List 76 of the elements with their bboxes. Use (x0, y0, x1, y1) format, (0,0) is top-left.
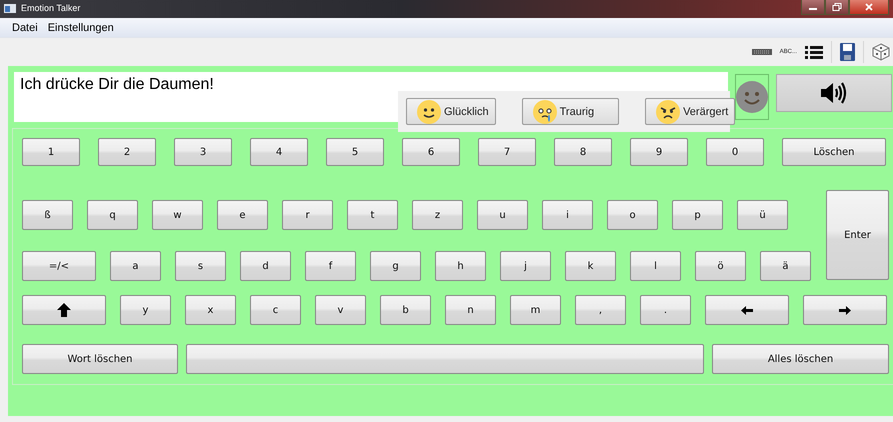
key[interactable]: 9 (630, 138, 688, 166)
key[interactable]: ö (695, 251, 746, 281)
key[interactable]: ß (22, 200, 73, 230)
key[interactable]: ü (737, 200, 788, 230)
shift-key[interactable] (22, 295, 106, 325)
enter-key[interactable]: Enter (826, 190, 889, 280)
key[interactable]: b (380, 295, 431, 325)
close-icon (864, 3, 874, 11)
key[interactable]: r (282, 200, 333, 230)
list-icon[interactable] (805, 44, 823, 60)
key[interactable]: y (120, 295, 171, 325)
key[interactable]: 7 (478, 138, 536, 166)
angry-face-icon (656, 100, 680, 124)
key[interactable]: l (630, 251, 681, 281)
key[interactable]: 8 (554, 138, 612, 166)
save-icon[interactable] (840, 43, 855, 61)
key[interactable]: q (87, 200, 138, 230)
key[interactable]: 2 (98, 138, 156, 166)
backspace-key[interactable] (705, 295, 789, 325)
key[interactable]: x (185, 295, 236, 325)
speaker-icon (820, 82, 848, 104)
function-key[interactable]: Löschen (782, 138, 886, 166)
key[interactable]: z (412, 200, 463, 230)
minimize-button[interactable] (801, 0, 825, 15)
key[interactable]: 1 (22, 138, 80, 166)
key[interactable]: i (542, 200, 593, 230)
key[interactable]: f (305, 251, 356, 281)
key[interactable]: 4 (250, 138, 308, 166)
key[interactable]: ä (760, 251, 811, 281)
key[interactable]: n (445, 295, 496, 325)
emotion-button[interactable]: Glücklich (406, 98, 496, 125)
window-title: Emotion Talker (21, 3, 80, 13)
function-key[interactable]: Wort löschen (22, 344, 178, 374)
space-bar[interactable] (186, 344, 704, 374)
key[interactable]: , (575, 295, 626, 325)
key[interactable]: w (152, 200, 203, 230)
key[interactable]: d (240, 251, 291, 281)
key[interactable]: 3 (174, 138, 232, 166)
keyboard-icon[interactable] (752, 49, 772, 55)
key[interactable]: . (640, 295, 691, 325)
app-icon (4, 4, 16, 12)
close-button[interactable] (849, 0, 889, 15)
key[interactable]: p (672, 200, 723, 230)
key[interactable]: k (565, 251, 616, 281)
key[interactable]: e (217, 200, 268, 230)
dice-icon[interactable] (872, 43, 890, 61)
crying-face-icon (532, 100, 557, 124)
emotion-button[interactable]: Traurig (522, 98, 620, 125)
key[interactable]: 6 (402, 138, 460, 166)
menu-item[interactable]: Datei (12, 22, 38, 34)
key[interactable]: h (435, 251, 486, 281)
key[interactable]: g (370, 251, 421, 281)
maximize-button[interactable] (825, 0, 849, 15)
function-key[interactable]: =/< (22, 251, 96, 281)
key[interactable]: a (110, 251, 161, 281)
key[interactable]: j (500, 251, 551, 281)
key[interactable]: v (315, 295, 366, 325)
smiley-icon (417, 100, 441, 124)
speak-button[interactable] (776, 74, 892, 112)
arrow-right-icon (839, 306, 851, 314)
emotion-button[interactable]: Verärgert (645, 98, 736, 125)
function-key[interactable]: Alles löschen (712, 344, 889, 374)
key[interactable]: u (477, 200, 528, 230)
key[interactable]: m (510, 295, 561, 325)
maximize-icon (832, 3, 842, 11)
key[interactable]: c (250, 295, 301, 325)
menu-item[interactable]: Einstellungen (48, 22, 114, 34)
arrow-left-icon (741, 306, 753, 314)
key[interactable]: t (347, 200, 398, 230)
emotion-indicator (735, 74, 769, 120)
key[interactable]: 0 (706, 138, 764, 166)
key[interactable]: s (175, 251, 226, 281)
key[interactable]: o (607, 200, 658, 230)
key[interactable]: 5 (326, 138, 384, 166)
arrow-up-icon (57, 303, 71, 317)
arrow-right-key[interactable] (803, 295, 887, 325)
